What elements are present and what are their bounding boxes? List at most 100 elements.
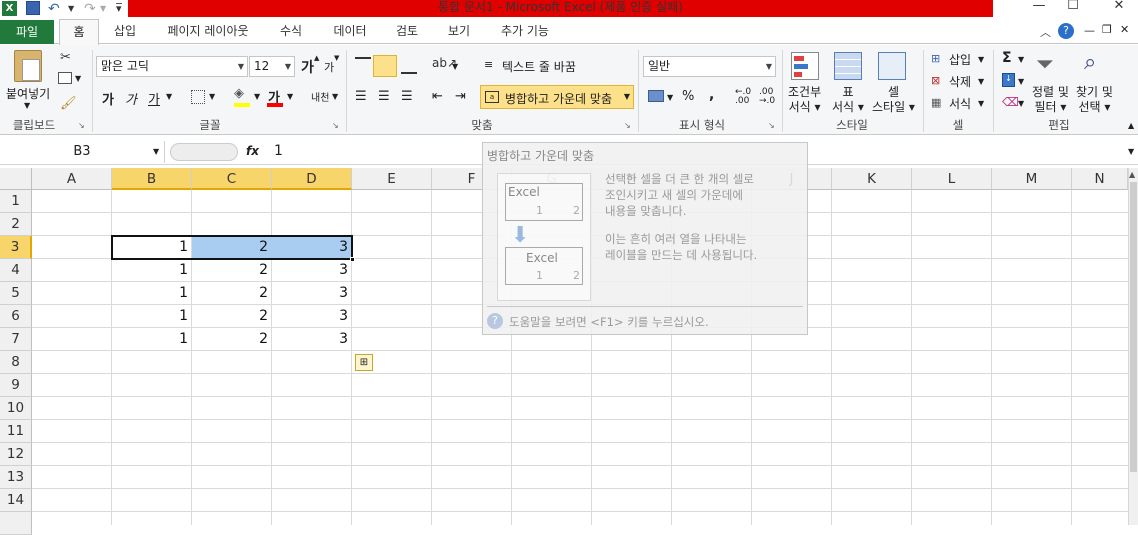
select-all-corner[interactable] (0, 168, 32, 190)
row-header[interactable]: 7 (0, 328, 32, 351)
font-color-dropdown-icon[interactable]: ▼ (287, 92, 293, 101)
tab-view[interactable]: 보기 (442, 18, 476, 44)
percent-style-button[interactable]: % (682, 89, 694, 104)
cut-icon[interactable]: ✂ (60, 50, 71, 65)
column-header[interactable]: K (832, 168, 912, 190)
merge-center-button[interactable]: a 병합하고 가운데 맞춤 ▼ (480, 85, 634, 109)
name-box-dropdown-icon[interactable]: ▼ (153, 147, 159, 156)
borders-icon[interactable] (191, 90, 205, 104)
conditional-format-icon[interactable] (791, 52, 819, 80)
font-size-combo[interactable]: 12 ▼ (249, 56, 295, 77)
shrink-font-button[interactable]: 가 (324, 59, 334, 75)
tab-insert[interactable]: 삽입 (108, 18, 142, 44)
align-left-icon[interactable]: ☰ (355, 89, 367, 104)
doc-restore-icon[interactable]: ❐ (1102, 23, 1112, 36)
format-as-table-label[interactable]: 표 서식 ▾ (832, 85, 864, 115)
row-header[interactable]: 14 (0, 489, 32, 512)
insert-function-icon[interactable]: fx (246, 144, 259, 158)
format-as-table-icon[interactable] (834, 52, 862, 80)
cell-c4[interactable]: 2 (192, 259, 272, 281)
row-header[interactable]: 3 (0, 236, 32, 259)
paste-dropdown-icon[interactable]: ▼ (24, 101, 30, 110)
fill-handle[interactable] (350, 257, 355, 262)
delete-cells-dropdown-icon[interactable]: ▼ (978, 77, 984, 86)
column-header[interactable]: B (112, 168, 192, 190)
align-middle-icon[interactable] (373, 55, 397, 77)
sort-filter-icon[interactable]: ⏷ (1036, 52, 1054, 77)
borders-dropdown-icon[interactable]: ▼ (209, 92, 215, 101)
doc-close-icon[interactable]: ✕ (1120, 23, 1129, 36)
undo-icon[interactable]: ↶ (48, 1, 60, 17)
find-select-label[interactable]: 찾기 및 선택 ▾ (1076, 85, 1113, 115)
fill-color-icon[interactable]: ◈ (234, 86, 244, 101)
row-header[interactable]: 5 (0, 282, 32, 305)
bold-button[interactable]: 가 (102, 89, 114, 108)
paste-icon[interactable] (14, 50, 42, 82)
font-launcher-icon[interactable]: ↘ (332, 121, 339, 130)
tab-addins[interactable]: 추가 기능 (494, 18, 556, 44)
row-header[interactable] (0, 512, 32, 535)
column-header[interactable]: A (32, 168, 112, 190)
doc-minimize-icon[interactable]: — (1084, 24, 1095, 37)
autosum-dropdown-icon[interactable]: ▼ (1018, 55, 1024, 64)
find-select-icon[interactable]: ⌕ (1084, 50, 1096, 75)
tab-file[interactable]: 파일 (0, 20, 54, 44)
format-cells-button[interactable]: 서식 (949, 95, 971, 112)
scroll-thumb[interactable] (1130, 182, 1137, 472)
excel-app-icon[interactable]: X (2, 1, 17, 16)
cell-b6[interactable]: 1 (112, 305, 192, 327)
conditional-format-label[interactable]: 조건부 서식 ▾ (788, 85, 821, 115)
delete-cells-icon[interactable]: ⊠ (931, 74, 940, 87)
insert-cells-icon[interactable]: ⊞ (931, 52, 940, 65)
font-name-combo[interactable]: 맑은 고딕 ▼ (96, 56, 248, 77)
alignment-launcher-icon[interactable]: ↘ (624, 121, 631, 130)
sort-filter-label[interactable]: 정렬 및 필터 ▾ (1032, 85, 1069, 115)
fill-color-dropdown-icon[interactable]: ▼ (254, 92, 260, 101)
clear-dropdown-icon[interactable]: ▼ (1018, 99, 1024, 108)
align-right-icon[interactable]: ☰ (401, 89, 413, 104)
tab-home[interactable]: 홈 (59, 19, 99, 46)
number-format-combo[interactable]: 일반 ▼ (643, 56, 776, 77)
tab-review[interactable]: 검토 (390, 18, 424, 44)
grow-font-button[interactable]: 가 (301, 57, 314, 77)
cell-d6[interactable]: 3 (272, 305, 352, 327)
delete-cells-button[interactable]: 삭제 (949, 73, 971, 90)
row-header[interactable]: 9 (0, 374, 32, 397)
orientation-dropdown-icon[interactable]: ▼ (452, 62, 458, 71)
increase-decimal-icon[interactable]: ←.0.00 (735, 88, 751, 106)
row-header[interactable]: 13 (0, 466, 32, 489)
close-button[interactable]: ✕ (1102, 0, 1136, 16)
ribbon-scroll-up-icon[interactable]: ▲ (1128, 121, 1134, 130)
accounting-dropdown-icon[interactable]: ▼ (667, 93, 673, 102)
column-header[interactable]: N (1072, 168, 1128, 190)
tab-formulas[interactable]: 수식 (274, 18, 308, 44)
row-header[interactable]: 6 (0, 305, 32, 328)
minimize-button[interactable]: — (1022, 0, 1056, 16)
column-header[interactable]: D (272, 168, 352, 190)
cell-c7[interactable]: 2 (192, 328, 272, 350)
phonetic-dropdown-icon[interactable]: ▼ (332, 92, 338, 101)
restore-button[interactable]: ☐ (1056, 0, 1090, 16)
phonetic-guide-icon[interactable]: 내천 (311, 89, 329, 104)
cell-styles-label[interactable]: 셀 스타일 ▾ (872, 85, 915, 115)
formula-bar-splitter[interactable] (170, 143, 238, 161)
align-center-icon[interactable]: ☰ (378, 89, 390, 104)
clipboard-launcher-icon[interactable]: ↘ (78, 121, 85, 130)
redo-icon[interactable]: ↷ (84, 1, 96, 17)
help-icon[interactable]: ? (1058, 23, 1074, 39)
underline-button[interactable]: 가 (148, 89, 160, 108)
cell-d7[interactable]: 3 (272, 328, 352, 350)
name-box[interactable]: B3 (0, 141, 165, 163)
cell-c6[interactable]: 2 (192, 305, 272, 327)
customize-qat-icon[interactable]: ▾ (116, 3, 122, 19)
tab-data[interactable]: 데이터 (326, 18, 374, 44)
clear-icon[interactable]: ⌫ (1002, 95, 1019, 109)
fill-dropdown-icon[interactable]: ▼ (1018, 77, 1024, 86)
format-cells-icon[interactable]: ▦ (931, 96, 941, 109)
tab-page-layout[interactable]: 페이지 레이아웃 (158, 18, 258, 44)
scroll-up-icon[interactable]: ▲ (1129, 170, 1135, 179)
format-painter-icon[interactable]: 🖌 (60, 96, 77, 111)
formula-input[interactable]: 1 (274, 143, 283, 159)
cell-d4[interactable]: 3 (272, 259, 352, 281)
cell-d5[interactable]: 3 (272, 282, 352, 304)
